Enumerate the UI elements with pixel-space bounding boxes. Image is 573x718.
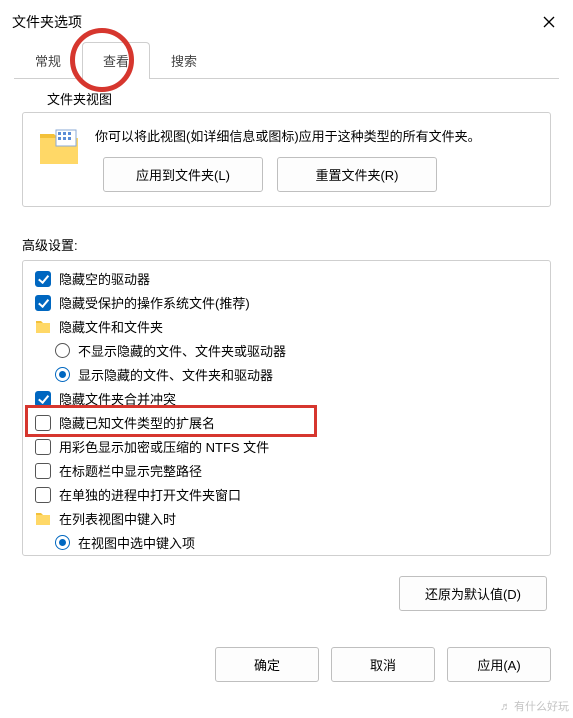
views-group: 你可以将此视图(如详细信息或图标)应用于这种类型的所有文件夹。 应用到文件夹(L… <box>22 112 551 207</box>
tree-item-label: 在列表视图中键入时 <box>59 509 176 528</box>
apply-to-folders-button[interactable]: 应用到文件夹(L) <box>103 157 263 192</box>
checkbox[interactable] <box>35 271 51 287</box>
ok-button[interactable]: 确定 <box>215 647 319 682</box>
folder-icon <box>35 512 51 526</box>
tree-item-label: 显示隐藏的文件、文件夹和驱动器 <box>78 365 273 384</box>
radio[interactable] <box>55 343 70 358</box>
tab-general[interactable]: 常规 <box>14 42 82 79</box>
radio[interactable] <box>55 367 70 382</box>
advanced-settings-tree[interactable]: 隐藏空的驱动器隐藏受保护的操作系统文件(推荐) 隐藏文件和文件夹不显示隐藏的文件、… <box>22 260 551 556</box>
radio[interactable] <box>55 535 70 550</box>
reset-folders-button[interactable]: 重置文件夹(R) <box>277 157 437 192</box>
tree-item-label: 隐藏文件夹合并冲突 <box>59 389 176 408</box>
tree-item-label: 在标题栏中显示完整路径 <box>59 461 202 480</box>
tree-item-label: 隐藏空的驱动器 <box>59 269 150 288</box>
tree-item[interactable]: 隐藏空的驱动器 <box>29 267 550 291</box>
checkbox[interactable] <box>35 439 51 455</box>
checkbox[interactable] <box>35 487 51 503</box>
checkbox[interactable] <box>35 415 51 431</box>
restore-defaults-button[interactable]: 还原为默认值(D) <box>399 576 547 611</box>
cancel-button[interactable]: 取消 <box>331 647 435 682</box>
tree-item[interactable]: 不显示隐藏的文件、文件夹或驱动器 <box>29 339 550 363</box>
watermark: ♬ 有什么好玩 <box>500 698 569 714</box>
tree-item[interactable]: 隐藏文件夹合并冲突 <box>29 387 550 411</box>
tree-item-label: 隐藏文件和文件夹 <box>59 317 163 336</box>
tree-item[interactable]: 在标题栏中显示完整路径 <box>29 459 550 483</box>
tree-item-label: 在视图中选中键入项 <box>78 533 195 552</box>
tree-item-label: 用彩色显示加密或压缩的 NTFS 文件 <box>59 437 269 456</box>
tree-item[interactable]: 在单独的进程中打开文件夹窗口 <box>29 483 550 507</box>
checkbox[interactable] <box>35 391 51 407</box>
tree-item[interactable]: 在列表视图中键入时 <box>29 507 550 531</box>
folder-views-icon <box>37 127 81 167</box>
tree-item[interactable]: 在视图中选中键入项 <box>29 531 550 555</box>
close-icon <box>543 16 555 28</box>
tree-item[interactable]: 隐藏文件和文件夹 <box>29 315 550 339</box>
tree-item-label: 隐藏已知文件类型的扩展名 <box>59 413 215 432</box>
tree-item[interactable]: 自动键入到"搜索"框中 <box>29 555 550 556</box>
checkbox[interactable] <box>35 295 51 311</box>
advanced-settings-label: 高级设置: <box>22 235 551 254</box>
views-legend: 文件夹视图 <box>47 89 551 108</box>
tree-item-label: 不显示隐藏的文件、文件夹或驱动器 <box>78 341 286 360</box>
tree-item[interactable]: 用彩色显示加密或压缩的 NTFS 文件 <box>29 435 550 459</box>
dialog-title: 文件夹选项 <box>12 12 82 32</box>
views-description: 你可以将此视图(如详细信息或图标)应用于这种类型的所有文件夹。 <box>95 127 536 147</box>
tab-view[interactable]: 查看 <box>82 42 150 79</box>
tree-item-label: 在单独的进程中打开文件夹窗口 <box>59 485 241 504</box>
tree-item[interactable]: 显示隐藏的文件、文件夹和驱动器 <box>29 363 550 387</box>
checkbox[interactable] <box>35 463 51 479</box>
tree-item-label: 隐藏受保护的操作系统文件(推荐) <box>59 293 250 312</box>
tree-item[interactable]: 隐藏受保护的操作系统文件(推荐) <box>29 291 550 315</box>
apply-button[interactable]: 应用(A) <box>447 647 551 682</box>
tab-search[interactable]: 搜索 <box>150 42 218 79</box>
close-button[interactable] <box>535 8 563 36</box>
folder-icon <box>35 320 51 334</box>
tree-item[interactable]: 隐藏已知文件类型的扩展名 <box>29 411 550 435</box>
